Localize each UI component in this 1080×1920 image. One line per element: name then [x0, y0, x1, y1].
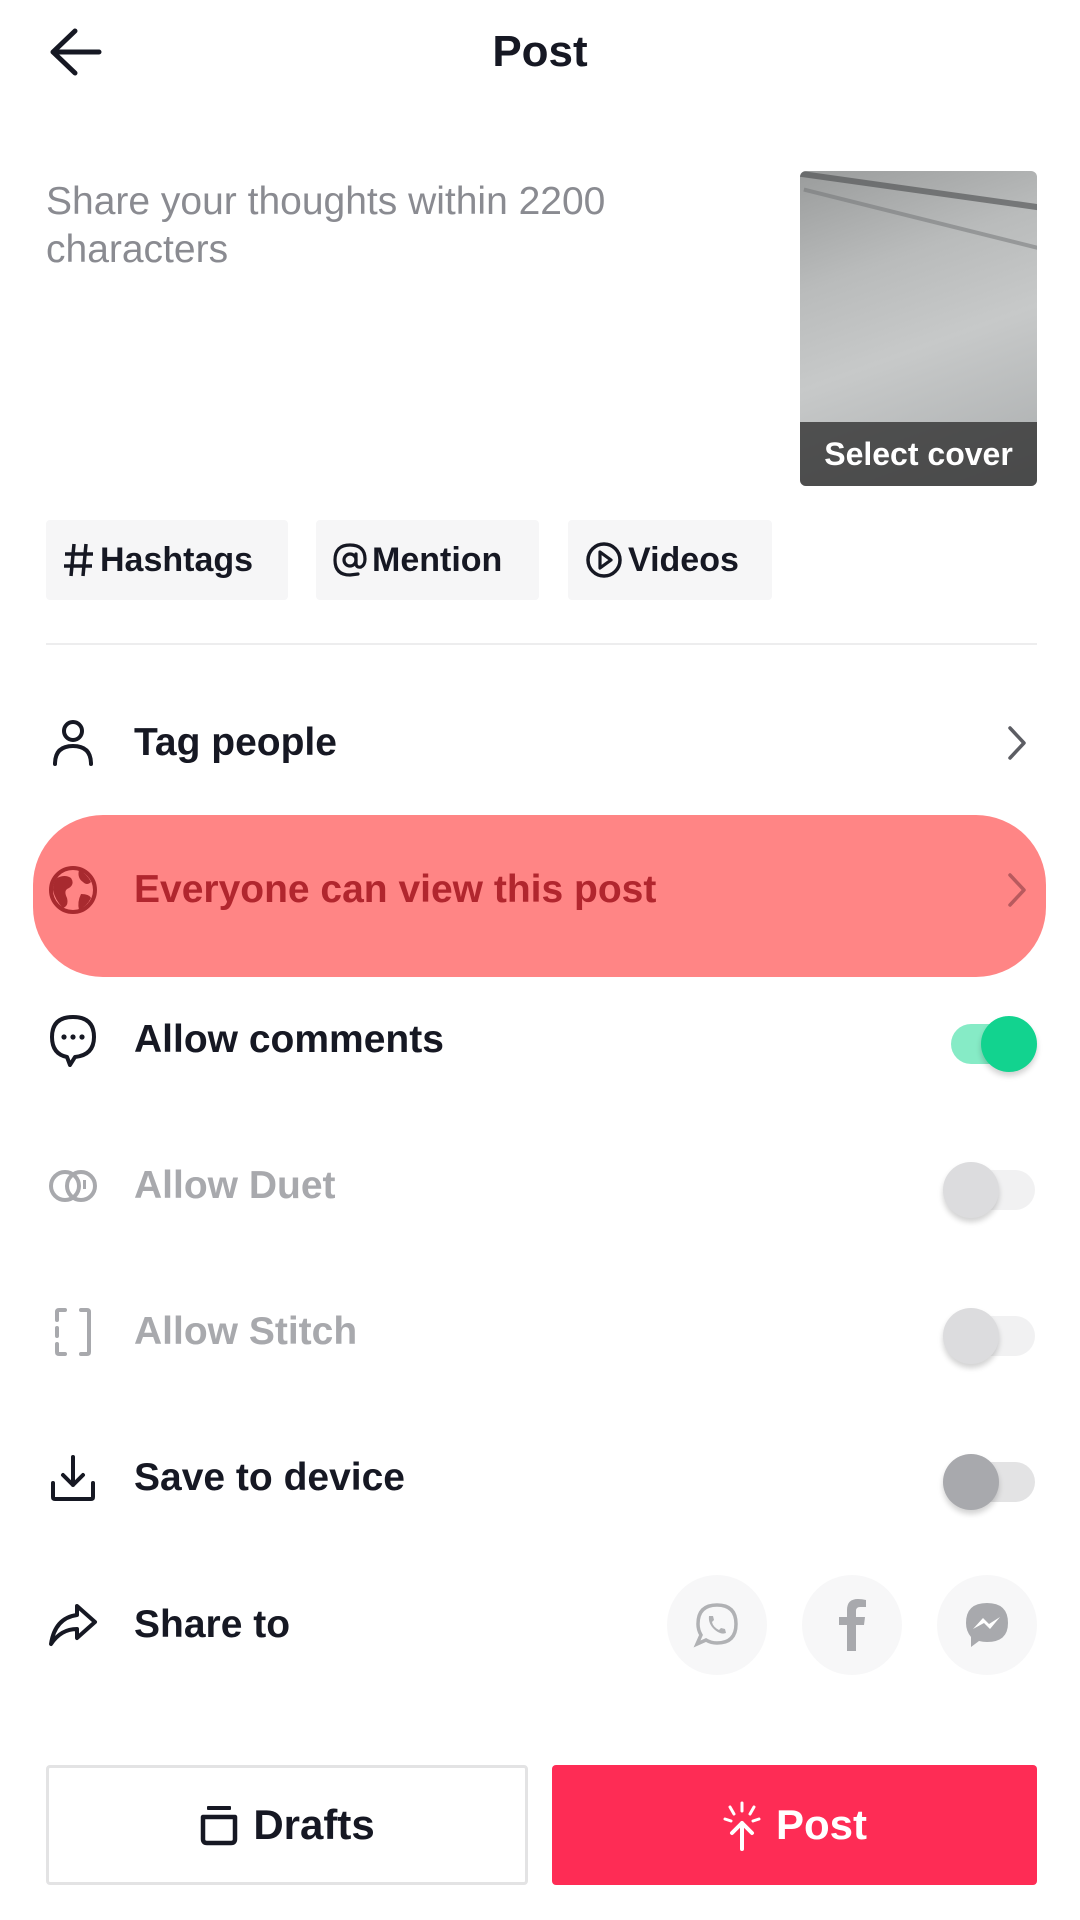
chevron-right-icon [997, 723, 1037, 763]
save-to-device-toggle[interactable] [943, 1450, 1037, 1510]
comment-icon [46, 1013, 100, 1067]
allow-duet-row: Allow Duet [46, 1136, 1037, 1236]
save-to-device-label: Save to device [134, 1456, 405, 1499]
tag-people-row[interactable]: Tag people [46, 693, 1037, 793]
allow-comments-toggle[interactable] [943, 1012, 1037, 1072]
person-icon [46, 716, 100, 770]
toggle-knob [943, 1308, 999, 1364]
toggle-knob [943, 1162, 999, 1218]
cover-thumbnail[interactable]: Select cover [800, 171, 1037, 486]
share-whatsapp-button[interactable] [667, 1575, 767, 1675]
hashtags-chip[interactable]: Hashtags [46, 520, 288, 600]
share-to-label: Share to [134, 1603, 291, 1646]
divider [46, 643, 1037, 645]
hashtag-icon [62, 540, 96, 580]
share-icon [46, 1598, 100, 1652]
allow-stitch-toggle[interactable] [943, 1304, 1037, 1364]
drafts-button[interactable]: Drafts [46, 1765, 528, 1885]
share-messenger-button[interactable] [937, 1575, 1037, 1675]
privacy-row[interactable]: Everyone can view this post [46, 840, 1037, 940]
hashtags-chip-label: Hashtags [100, 540, 254, 579]
cover-image-detail [803, 187, 1037, 255]
tag-people-label: Tag people [134, 721, 337, 764]
select-cover-button[interactable]: Select cover [800, 422, 1037, 486]
mention-chip[interactable]: Mention [316, 520, 539, 600]
whatsapp-icon [693, 1603, 738, 1648]
videos-chip[interactable]: Videos [568, 520, 772, 600]
allow-duet-toggle[interactable] [943, 1158, 1037, 1218]
caption-input[interactable]: Share your thoughts within 2200 characte… [46, 178, 746, 274]
page-title: Post [492, 27, 588, 76]
download-icon [46, 1451, 100, 1505]
cover-image-detail [800, 171, 1037, 215]
save-to-device-row: Save to device [46, 1428, 1037, 1528]
drafts-icon [199, 1803, 239, 1847]
toggle-knob [981, 1016, 1037, 1072]
drafts-label: Drafts [253, 1801, 375, 1848]
messenger-icon [966, 1603, 1008, 1647]
toggle-knob [943, 1454, 999, 1510]
allow-stitch-label: Allow Stitch [134, 1310, 358, 1353]
allow-stitch-row: Allow Stitch [46, 1282, 1037, 1382]
chevron-right-icon [997, 870, 1037, 910]
post-upload-icon [722, 1799, 762, 1851]
play-circle-icon [584, 540, 624, 580]
privacy-label: Everyone can view this post [134, 868, 657, 911]
duet-icon [46, 1159, 100, 1213]
at-icon [332, 540, 368, 580]
facebook-icon [839, 1599, 866, 1651]
share-facebook-button[interactable] [802, 1575, 902, 1675]
mention-chip-label: Mention [372, 540, 503, 579]
allow-comments-row: Allow comments [46, 990, 1037, 1090]
share-to-row: Share to [46, 1575, 1037, 1675]
allow-duet-label: Allow Duet [134, 1164, 336, 1207]
post-button[interactable]: Post [552, 1765, 1037, 1885]
videos-chip-label: Videos [628, 540, 739, 579]
stitch-icon [46, 1305, 100, 1359]
globe-icon [46, 863, 100, 917]
allow-comments-label: Allow comments [134, 1018, 444, 1061]
post-label: Post [775, 1801, 867, 1848]
